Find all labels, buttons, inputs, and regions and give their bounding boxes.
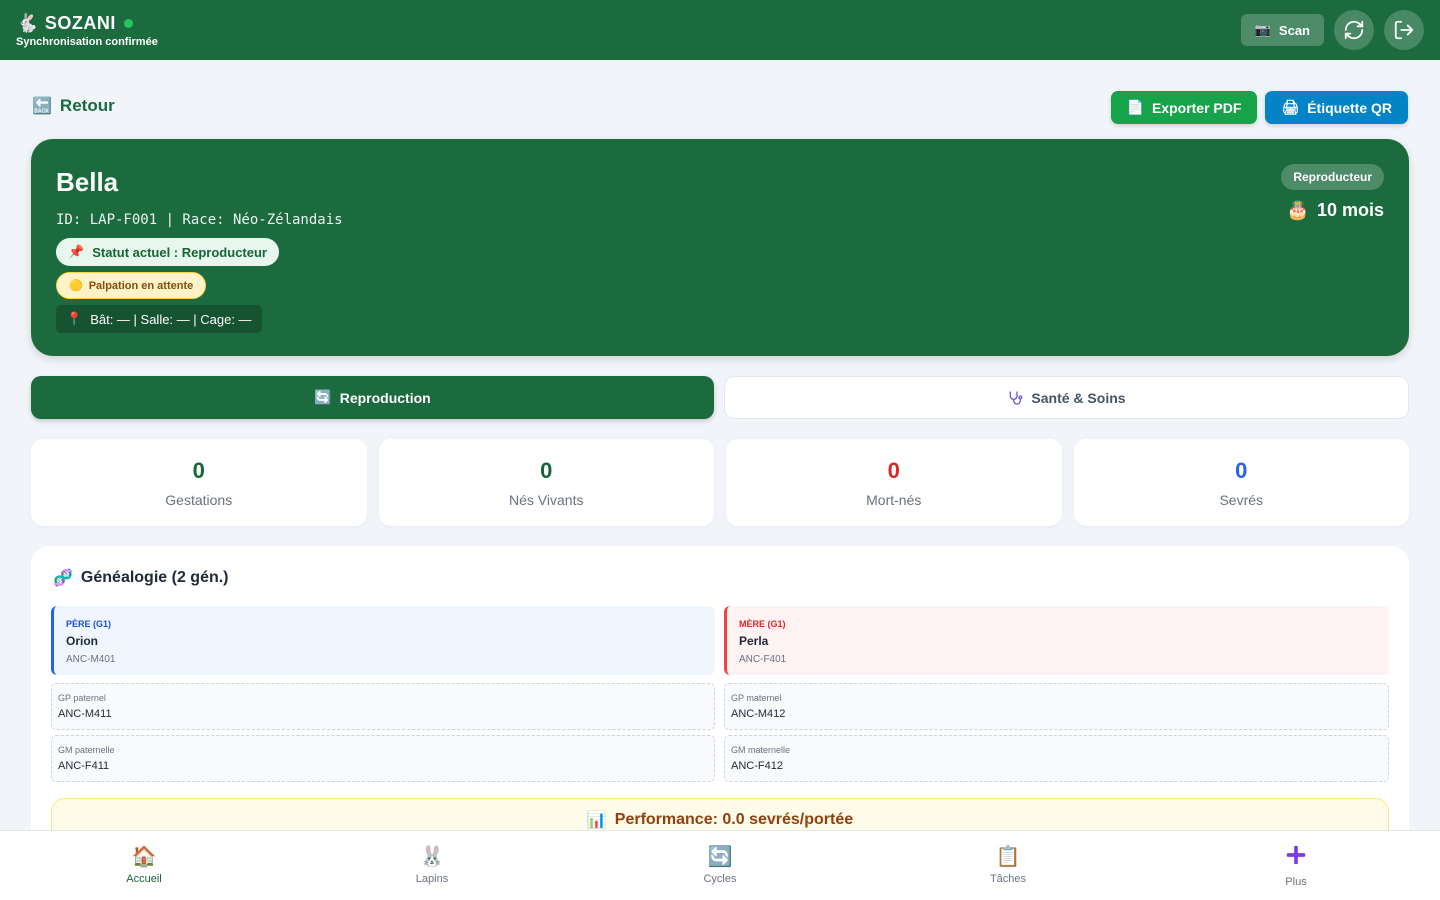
cycle-icon: 🔄 bbox=[707, 845, 733, 868]
back-link[interactable]: 🔙 Retour bbox=[32, 96, 115, 116]
nav-label: Cycles bbox=[703, 872, 737, 885]
nav-label: Tâches bbox=[989, 872, 1027, 885]
stat-value: 0 bbox=[887, 457, 900, 483]
refresh-icon bbox=[1344, 20, 1364, 40]
tab-reproduction-label: Reproduction bbox=[339, 389, 431, 406]
rabbit-icon: 🐰 bbox=[419, 845, 445, 868]
stat-label: Nés Vivants bbox=[509, 491, 584, 508]
mother-name: Perla bbox=[739, 634, 769, 648]
bar-chart-icon: 📊 bbox=[586, 812, 607, 829]
back-arrow-icon: 🔙 bbox=[32, 98, 52, 115]
bottom-navigation: 🏠 Accueil 🐰 Lapins 🔄 Cycles 📋 Tâches Plu… bbox=[0, 830, 1440, 900]
father-name: Orion bbox=[66, 634, 98, 648]
plus-icon bbox=[1285, 844, 1307, 870]
animal-name: Bella bbox=[56, 167, 119, 197]
reproduction-stats: 0 Gestations 0 Nés Vivants 0 Mort-nés 0 … bbox=[31, 439, 1409, 526]
age-text: 10 mois bbox=[1316, 200, 1384, 220]
mother-role: MÈRE (G1) bbox=[739, 619, 786, 629]
location-badge: 📍 Bât: — | Salle: — | Cage: — bbox=[56, 305, 262, 333]
father-id: ANC-M401 bbox=[66, 654, 116, 665]
app-header: 🐇 SOZANI Synchronisation confirmée 📷 Sca… bbox=[0, 0, 1440, 60]
nav-accueil[interactable]: 🏠 Accueil bbox=[0, 831, 288, 900]
stat-label: Mort-nés bbox=[866, 491, 922, 508]
stat-label: Gestations bbox=[165, 491, 233, 508]
tab-sante-label: Santé & Soins bbox=[1031, 389, 1126, 406]
export-pdf-button[interactable]: 📄 Exporter PDF bbox=[1110, 91, 1258, 124]
brand-name: SOZANI bbox=[44, 12, 116, 33]
rabbit-logo-icon: 🐇 bbox=[16, 12, 39, 33]
qr-label: Étiquette QR bbox=[1307, 99, 1392, 116]
animal-profile-card: Bella ID: LAP-F001 | Race: Néo-Zélandais… bbox=[31, 139, 1409, 356]
ancestor-id: ANC-M412 bbox=[731, 708, 786, 720]
animal-id-breed: ID: LAP-F001 | Race: Néo-Zélandais bbox=[56, 212, 343, 228]
ancestor-role: GP maternel bbox=[731, 693, 782, 703]
clipboard-icon: 📋 bbox=[995, 845, 1021, 868]
tab-sante-soins[interactable]: Santé & Soins bbox=[724, 376, 1409, 419]
mother-card[interactable]: MÈRE (G1) Perla ANC-F401 bbox=[724, 606, 1389, 675]
paternal-grandfather[interactable]: GP paternel ANC-M411 bbox=[51, 683, 715, 730]
brand: 🐇 SOZANI Synchronisation confirmée bbox=[16, 13, 158, 48]
stat-value: 0 bbox=[540, 457, 553, 483]
nav-label: Accueil bbox=[126, 872, 162, 885]
status-badge: 📌 Statut actuel : Reproducteur bbox=[56, 238, 279, 266]
export-pdf-label: Exporter PDF bbox=[1151, 99, 1242, 116]
sync-status-dot-icon bbox=[123, 18, 133, 28]
logout-icon bbox=[1394, 20, 1414, 40]
logout-button[interactable] bbox=[1384, 10, 1424, 50]
maternal-grandmother[interactable]: GM maternelle ANC-F412 bbox=[724, 735, 1389, 782]
cycle-icon: 🔄 bbox=[314, 389, 332, 405]
document-icon: 📄 bbox=[1126, 99, 1144, 115]
status-text: Statut actuel : Reproducteur bbox=[92, 244, 267, 260]
printer-icon: 🖨 bbox=[1281, 99, 1300, 115]
pin-icon: 📌 bbox=[68, 244, 85, 259]
ancestor-role: GP paternel bbox=[58, 693, 106, 703]
nav-cycles[interactable]: 🔄 Cycles bbox=[576, 831, 864, 900]
stat-sevres: 0 Sevrés bbox=[1073, 439, 1409, 526]
ancestor-id: ANC-F412 bbox=[731, 760, 783, 772]
scan-label: Scan bbox=[1278, 22, 1310, 38]
genealogy-card: 🧬 Généalogie (2 gén.) PÈRE (G1) Orion AN… bbox=[31, 546, 1409, 846]
yellow-circle-icon: 🟡 bbox=[69, 280, 83, 292]
tab-reproduction[interactable]: 🔄 Reproduction bbox=[31, 376, 714, 419]
stat-gestations: 0 Gestations bbox=[31, 439, 367, 526]
father-card[interactable]: PÈRE (G1) Orion ANC-M401 bbox=[51, 606, 715, 675]
qr-label-button[interactable]: 🖨 Étiquette QR bbox=[1265, 91, 1408, 124]
ancestor-role: GM paternelle bbox=[58, 745, 115, 755]
stat-value: 0 bbox=[1235, 457, 1248, 483]
ancestor-role: GM maternelle bbox=[731, 745, 791, 755]
stethoscope-icon bbox=[1010, 390, 1023, 405]
location-pin-icon: 📍 bbox=[66, 311, 83, 326]
nav-label: Plus bbox=[1285, 875, 1307, 888]
nav-label: Lapins bbox=[415, 872, 449, 885]
sync-status-text: Synchronisation confirmée bbox=[16, 35, 158, 48]
nav-plus[interactable]: Plus bbox=[1152, 831, 1440, 900]
home-icon: 🏠 bbox=[131, 845, 157, 868]
location-text: Bât: — | Salle: — | Cage: — bbox=[90, 311, 252, 327]
stat-value: 0 bbox=[192, 457, 205, 483]
camera-icon: 📷 bbox=[1254, 22, 1271, 37]
father-role: PÈRE (G1) bbox=[66, 619, 112, 629]
palpation-text: Palpation en attente bbox=[88, 279, 194, 292]
nav-taches[interactable]: 📋 Tâches bbox=[864, 831, 1152, 900]
stat-nes-vivants: 0 Nés Vivants bbox=[378, 439, 714, 526]
dna-icon: 🧬 bbox=[53, 570, 73, 587]
ancestor-id: ANC-F411 bbox=[58, 760, 110, 772]
stat-label: Sevrés bbox=[1219, 491, 1264, 508]
palpation-badge: 🟡 Palpation en attente bbox=[56, 272, 207, 299]
ancestor-id: ANC-M411 bbox=[58, 708, 112, 720]
cake-icon: 🎂 bbox=[1286, 200, 1309, 220]
age-display: 🎂 10 mois bbox=[1287, 200, 1384, 221]
mother-id: ANC-F401 bbox=[739, 654, 787, 665]
sync-button[interactable] bbox=[1334, 10, 1374, 50]
maternal-grandfather[interactable]: GP maternel ANC-M412 bbox=[724, 683, 1389, 730]
genealogy-title: 🧬 Généalogie (2 gén.) bbox=[53, 568, 1389, 588]
genealogy-title-text: Généalogie (2 gén.) bbox=[80, 569, 229, 586]
back-label: Retour bbox=[59, 96, 115, 115]
performance-text: Performance: 0.0 sevrés/portée bbox=[614, 811, 854, 828]
role-badge: Reproducteur bbox=[1281, 164, 1384, 190]
stat-mort-nes: 0 Mort-nés bbox=[726, 439, 1062, 526]
scan-button[interactable]: 📷 Scan bbox=[1240, 14, 1324, 46]
paternal-grandmother[interactable]: GM paternelle ANC-F411 bbox=[51, 735, 715, 782]
nav-lapins[interactable]: 🐰 Lapins bbox=[288, 831, 576, 900]
